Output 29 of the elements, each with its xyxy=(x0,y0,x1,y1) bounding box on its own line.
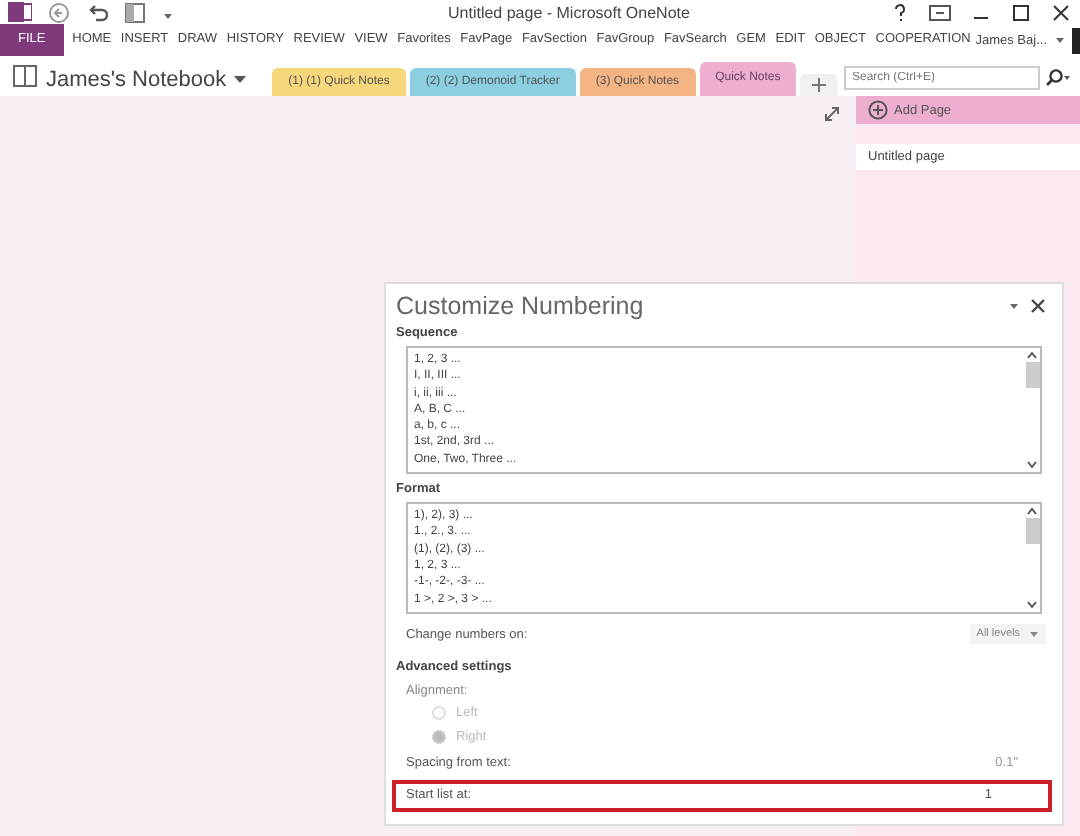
caret-icon[interactable] xyxy=(1008,298,1020,314)
add-icon[interactable] xyxy=(868,100,888,120)
search-icon[interactable] xyxy=(1044,68,1072,88)
scroll-up-icon[interactable] xyxy=(1026,506,1038,517)
expand-icon[interactable] xyxy=(824,106,840,122)
scroll-thumb[interactable] xyxy=(1025,518,1039,545)
back-icon[interactable] xyxy=(48,1,70,23)
undo-icon[interactable] xyxy=(86,1,108,23)
pane-title: Customize Numbering xyxy=(396,292,644,320)
close-icon[interactable] xyxy=(1050,1,1072,23)
dock-icon[interactable] xyxy=(124,1,146,23)
close-icon[interactable] xyxy=(1030,298,1046,314)
help-icon[interactable] xyxy=(890,1,910,23)
radio-button[interactable] xyxy=(432,706,446,721)
scroll-thumb[interactable] xyxy=(1025,362,1039,388)
maximize-icon[interactable] xyxy=(1010,1,1032,23)
scrollbar[interactable] xyxy=(1024,504,1040,612)
scroll-up-icon[interactable] xyxy=(1026,350,1038,360)
notebook-icon[interactable] xyxy=(12,64,38,88)
scroll-down-icon[interactable] xyxy=(1026,599,1038,610)
app-logo-icon[interactable] xyxy=(8,0,32,24)
notebook-name[interactable]: James's Notebook xyxy=(46,68,227,92)
plus-icon[interactable] xyxy=(812,78,827,92)
window-title: Untitled page - Microsoft OneNote xyxy=(446,3,692,21)
scroll-down-icon[interactable] xyxy=(1026,460,1038,471)
new-section-tab[interactable] xyxy=(800,74,839,96)
radio-button[interactable] xyxy=(432,730,446,745)
scrollbar[interactable] xyxy=(1024,348,1040,473)
display-options-icon[interactable] xyxy=(928,1,952,23)
